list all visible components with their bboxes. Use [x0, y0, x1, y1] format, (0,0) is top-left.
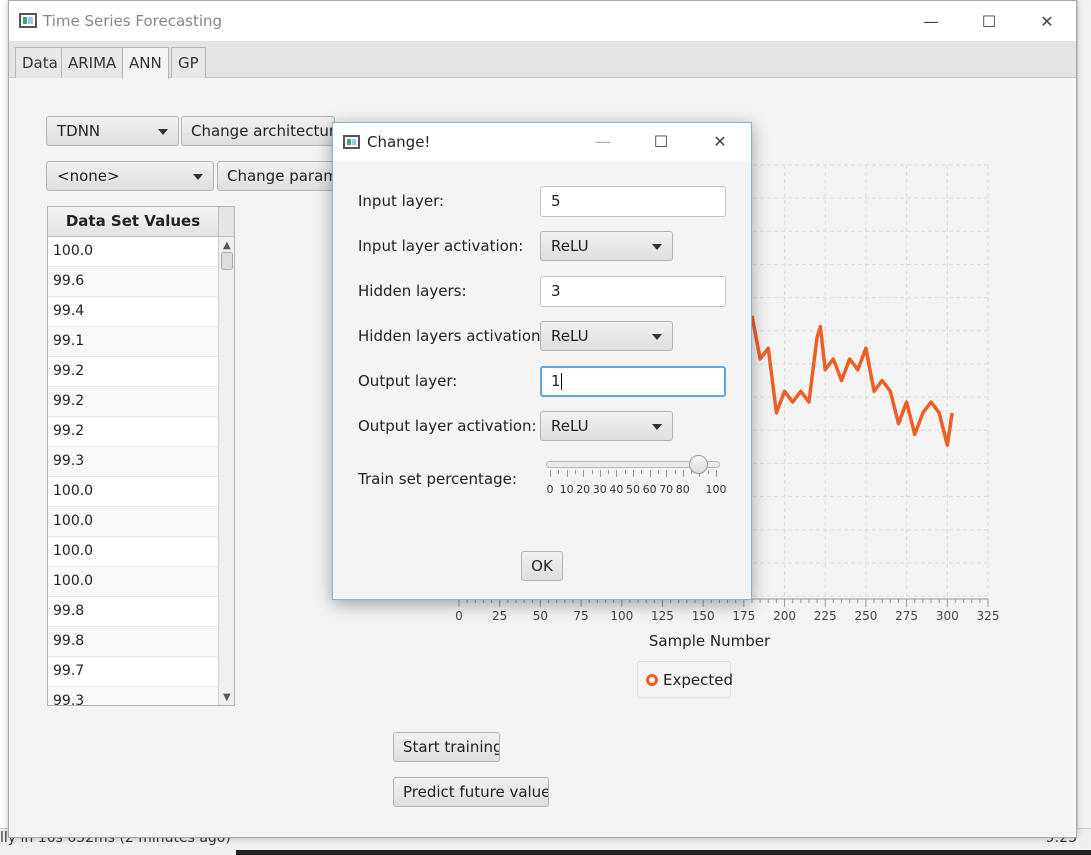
slider-tick [624, 470, 626, 474]
x-tick-label: 75 [573, 609, 588, 623]
input-layer-activation-select[interactable]: ReLU [540, 231, 673, 261]
input-layer-field[interactable]: 5 [540, 186, 726, 217]
slider-tick [608, 470, 610, 474]
x-tick-label: 275 [895, 609, 918, 623]
slider-tick [574, 470, 576, 474]
slider-tick-label: 50 [626, 483, 640, 496]
hidden-layers-activations-select[interactable]: ReLU [540, 321, 673, 351]
app-icon [343, 135, 360, 149]
slider-tick [583, 470, 585, 477]
slider-tick-label: 80 [675, 483, 690, 496]
slider-tick [682, 470, 684, 477]
change-dialog: Change! — ☐ ✕ Input layer: 5 Input layer… [332, 122, 752, 600]
slider-tick [558, 470, 560, 474]
x-tick-label: 100 [610, 609, 633, 623]
x-tick-label: 250 [854, 609, 877, 623]
slider-tick-label: 40 [609, 483, 624, 496]
output-layer-value: 1 [551, 372, 561, 390]
slider-tick [616, 470, 618, 477]
slider-tick-label: 60 [642, 483, 657, 496]
x-tick-label: 50 [533, 609, 548, 623]
chart-legend: Expected [637, 661, 733, 698]
slider-tick-label: 30 [592, 483, 607, 496]
output-layer-label: Output layer: [358, 372, 458, 390]
slider-tick [666, 470, 668, 477]
x-tick-label: 225 [814, 609, 837, 623]
input-layer-activation-value: ReLU [551, 237, 589, 255]
slider-tick [599, 470, 601, 477]
hidden-layers-activations-value: ReLU [551, 327, 589, 345]
series-line-expected [750, 315, 954, 447]
chevron-down-icon [652, 244, 662, 250]
input-layer-label: Input layer: [358, 192, 445, 210]
output-layer-activation-select[interactable]: ReLU [540, 411, 673, 441]
slider-tick-label: 20 [576, 483, 591, 496]
output-layer-activation-value: ReLU [551, 417, 589, 435]
train-set-percentage-label: Train set percentage: [358, 470, 517, 488]
slider-tick [707, 470, 709, 474]
slider-tick [674, 470, 676, 474]
slider-tick [591, 470, 593, 474]
x-tick-label: 150 [692, 609, 715, 623]
slider-tick [633, 470, 634, 477]
x-tick-label: 0 [455, 609, 463, 623]
slider-tick [566, 470, 568, 477]
slider-tick-label: 10 [559, 483, 574, 496]
ok-button[interactable]: OK [521, 551, 563, 581]
hidden-layers-label: Hidden layers: [358, 282, 467, 300]
slider-tick-label: 70 [659, 483, 674, 496]
output-layer-activation-label: Output layer activation: [358, 417, 537, 435]
slider-tick [550, 470, 551, 477]
close-icon[interactable]: ✕ [700, 127, 740, 155]
maximize-icon[interactable]: ☐ [641, 127, 681, 155]
slider-tick [716, 470, 717, 477]
x-tick-label: 125 [651, 609, 674, 623]
slider-tick-label: 0 [546, 483, 554, 496]
dialog-title: Change! [367, 133, 431, 151]
hidden-layers-activations-label: Hidden layers activations: [358, 327, 554, 345]
legend-label: Expected [663, 671, 733, 689]
slider-tick [649, 470, 651, 477]
x-tick-label: 200 [773, 609, 796, 623]
x-tick-label: 25 [492, 609, 507, 623]
output-layer-field[interactable]: 1 [540, 366, 726, 397]
legend-marker [646, 674, 658, 686]
x-axis-label: Sample Number [649, 632, 771, 650]
dialog-titlebar: Change! — ☐ ✕ [333, 123, 751, 161]
chevron-down-icon [652, 334, 662, 340]
chevron-down-icon [652, 424, 662, 430]
slider-tick [657, 470, 659, 474]
minimize-icon[interactable]: — [583, 127, 623, 155]
hidden-layers-field[interactable]: 3 [540, 276, 726, 307]
input-layer-activation-label: Input layer activation: [358, 237, 524, 255]
slider-tick-label: 100 [705, 483, 727, 496]
x-tick-label: 325 [977, 609, 1000, 623]
text-cursor [560, 373, 562, 390]
x-tick-label: 300 [936, 609, 959, 623]
x-tick-label: 175 [732, 609, 755, 623]
slider-tick [641, 470, 643, 474]
